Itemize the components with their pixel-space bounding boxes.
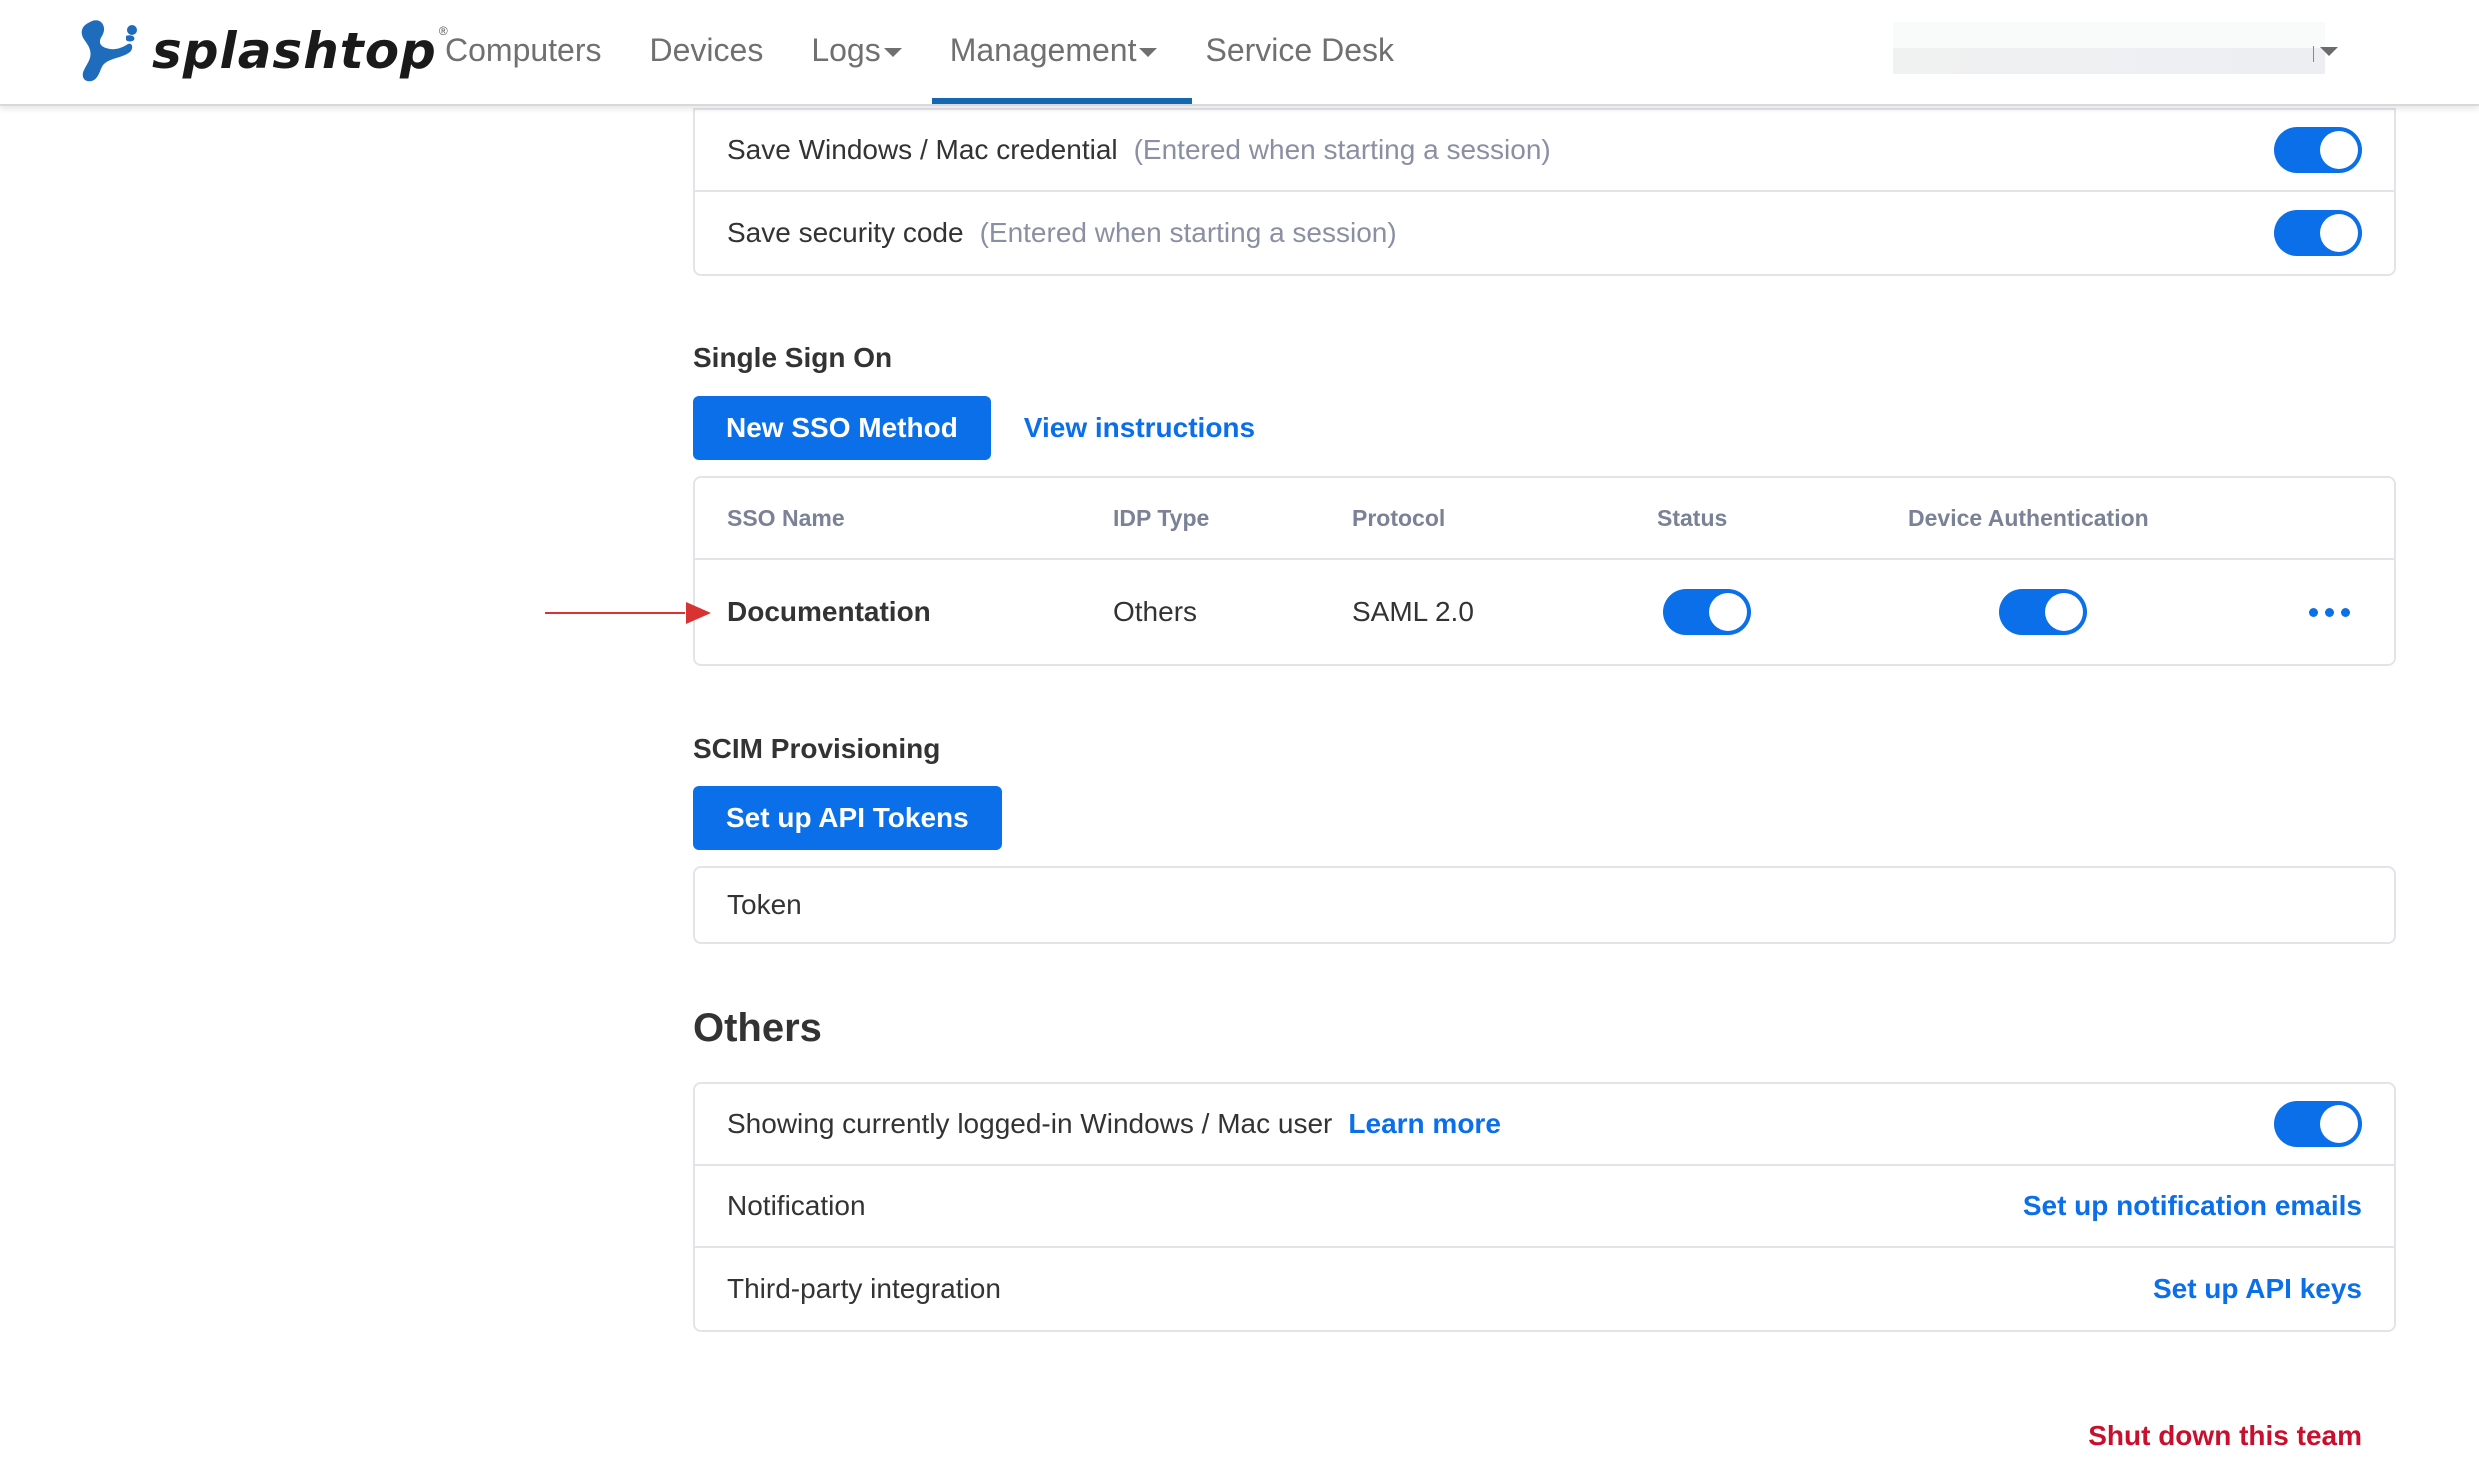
show-logged-in-user-toggle[interactable]	[2274, 1101, 2362, 1147]
device-authentication-toggle[interactable]	[1999, 589, 2087, 635]
others-section-title: Others	[693, 1006, 2396, 1051]
nav-computers[interactable]: Computers	[445, 28, 602, 72]
annotation-arrow-line	[545, 612, 685, 614]
section-title: Others	[693, 1006, 822, 1050]
nav-label: Devices	[649, 31, 764, 68]
caret-down-icon[interactable]	[2320, 47, 2338, 56]
nav-label: Logs	[811, 31, 881, 68]
account-menu[interactable]	[1893, 22, 2325, 78]
sso-name-link[interactable]: Documentation	[727, 596, 931, 628]
save-credential-toggle[interactable]	[2274, 127, 2362, 173]
nav-service-desk[interactable]: Service Desk	[1205, 28, 1394, 72]
setting-row-save-credential: Save Windows / Mac credential (Entered w…	[695, 110, 2394, 192]
setting-label: Third-party integration	[727, 1273, 1001, 1304]
shut-down-team-link[interactable]: Shut down this team	[2088, 1420, 2362, 1452]
column-header-status: Status	[1657, 504, 1728, 531]
idp-type-cell: Others	[1113, 596, 1198, 627]
setting-label: Notification	[727, 1190, 866, 1221]
caret-down-icon	[883, 47, 902, 57]
token-row: Token	[695, 868, 2394, 942]
sso-section-title: Single Sign On	[693, 342, 2396, 374]
scim-actions: Set up API Tokens	[693, 786, 2396, 850]
setting-hint: (Entered when starting a session)	[1133, 134, 1551, 165]
setting-label: Save Windows / Mac credential	[727, 134, 1118, 165]
nav-active-indicator	[932, 98, 1192, 104]
token-box: Token	[693, 866, 2396, 944]
sso-table: SSO Name IDP Type Protocol Status Device…	[693, 476, 2396, 666]
setting-label: Save security code	[727, 217, 964, 248]
credential-settings-box: Save Windows / Mac credential (Entered w…	[693, 108, 2396, 276]
account-email-redacted	[1893, 48, 2325, 74]
credential-settings: Save Windows / Mac credential (Entered w…	[693, 108, 2396, 276]
setting-label: Showing currently logged-in Windows / Ma…	[727, 1108, 1333, 1139]
column-header-protocol: Protocol	[1352, 504, 1446, 531]
setting-row-save-security-code: Save security code (Entered when startin…	[695, 192, 2394, 274]
setting-row-show-logged-in-user: Showing currently logged-in Windows / Ma…	[695, 1084, 2394, 1166]
view-instructions-link[interactable]: View instructions	[1024, 412, 1255, 444]
setting-row-notification: Notification Set up notification emails	[695, 1166, 2394, 1248]
setting-row-third-party-integration: Third-party integration Set up API keys	[695, 1248, 2394, 1330]
sso-actions: New SSO Method View instructions	[693, 396, 2396, 460]
splash-logo-icon	[81, 20, 137, 82]
others-settings: Showing currently logged-in Windows / Ma…	[693, 1082, 2396, 1332]
nav-label: Computers	[445, 31, 602, 68]
nav-devices[interactable]: Devices	[650, 28, 764, 72]
nav-label: Management	[949, 31, 1137, 68]
token-label: Token	[727, 889, 802, 920]
caret-down-icon	[1139, 47, 1158, 57]
save-security-code-toggle[interactable]	[2274, 210, 2362, 256]
column-header-device-authentication: Device Authentication	[1908, 504, 2149, 531]
top-navigation-bar: splashtop ® Computers Devices Logs Manag…	[0, 0, 2479, 106]
annotation-arrow-head-icon	[686, 602, 711, 624]
sso-status-toggle[interactable]	[1663, 589, 1751, 635]
set-up-notification-emails-link[interactable]: Set up notification emails	[2023, 1190, 2362, 1222]
scim-section-title: SCIM Provisioning	[693, 733, 2396, 765]
logo-wordmark: splashtop	[152, 22, 437, 80]
set-up-api-tokens-button[interactable]: Set up API Tokens	[693, 786, 1002, 850]
account-divider	[2313, 46, 2314, 62]
table-row: Documentation Others SAML 2.0	[695, 560, 2394, 664]
setting-hint: (Entered when starting a session)	[979, 217, 1397, 248]
nav-management[interactable]: Management	[950, 28, 1158, 72]
main-nav: Computers Devices Logs Management Servic…	[445, 28, 1442, 72]
nav-label: Service Desk	[1205, 31, 1394, 68]
nav-logs[interactable]: Logs	[811, 28, 902, 72]
protocol-cell: SAML 2.0	[1352, 596, 1474, 627]
section-title: SCIM Provisioning	[693, 733, 941, 764]
account-name-redacted	[1893, 22, 2325, 48]
splashtop-logo[interactable]: splashtop ®	[70, 16, 448, 86]
section-title: Single Sign On	[693, 342, 893, 373]
column-header-idp-type: IDP Type	[1113, 504, 1210, 531]
learn-more-link[interactable]: Learn more	[1348, 1108, 1501, 1140]
more-horizontal-icon[interactable]	[2309, 607, 2350, 617]
column-header-sso-name: SSO Name	[727, 504, 845, 531]
new-sso-method-button[interactable]: New SSO Method	[693, 396, 991, 460]
set-up-api-keys-link[interactable]: Set up API keys	[2153, 1273, 2362, 1305]
table-header: SSO Name IDP Type Protocol Status Device…	[695, 478, 2394, 560]
